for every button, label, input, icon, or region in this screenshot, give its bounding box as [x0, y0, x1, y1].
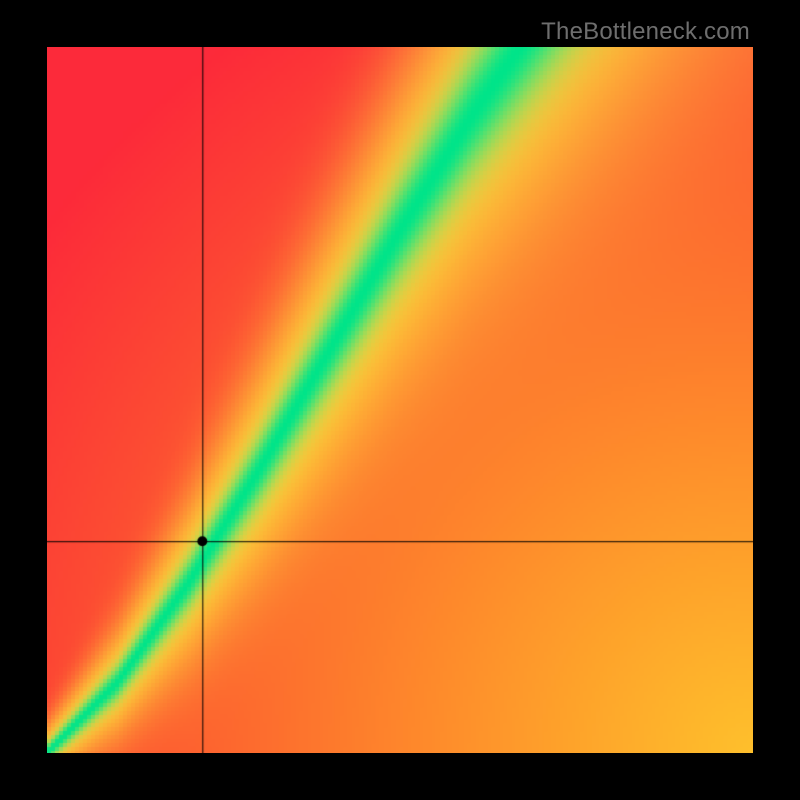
bottleneck-heatmap — [47, 47, 753, 753]
chart-frame: TheBottleneck.com — [0, 0, 800, 800]
watermark-text: TheBottleneck.com — [541, 18, 750, 46]
